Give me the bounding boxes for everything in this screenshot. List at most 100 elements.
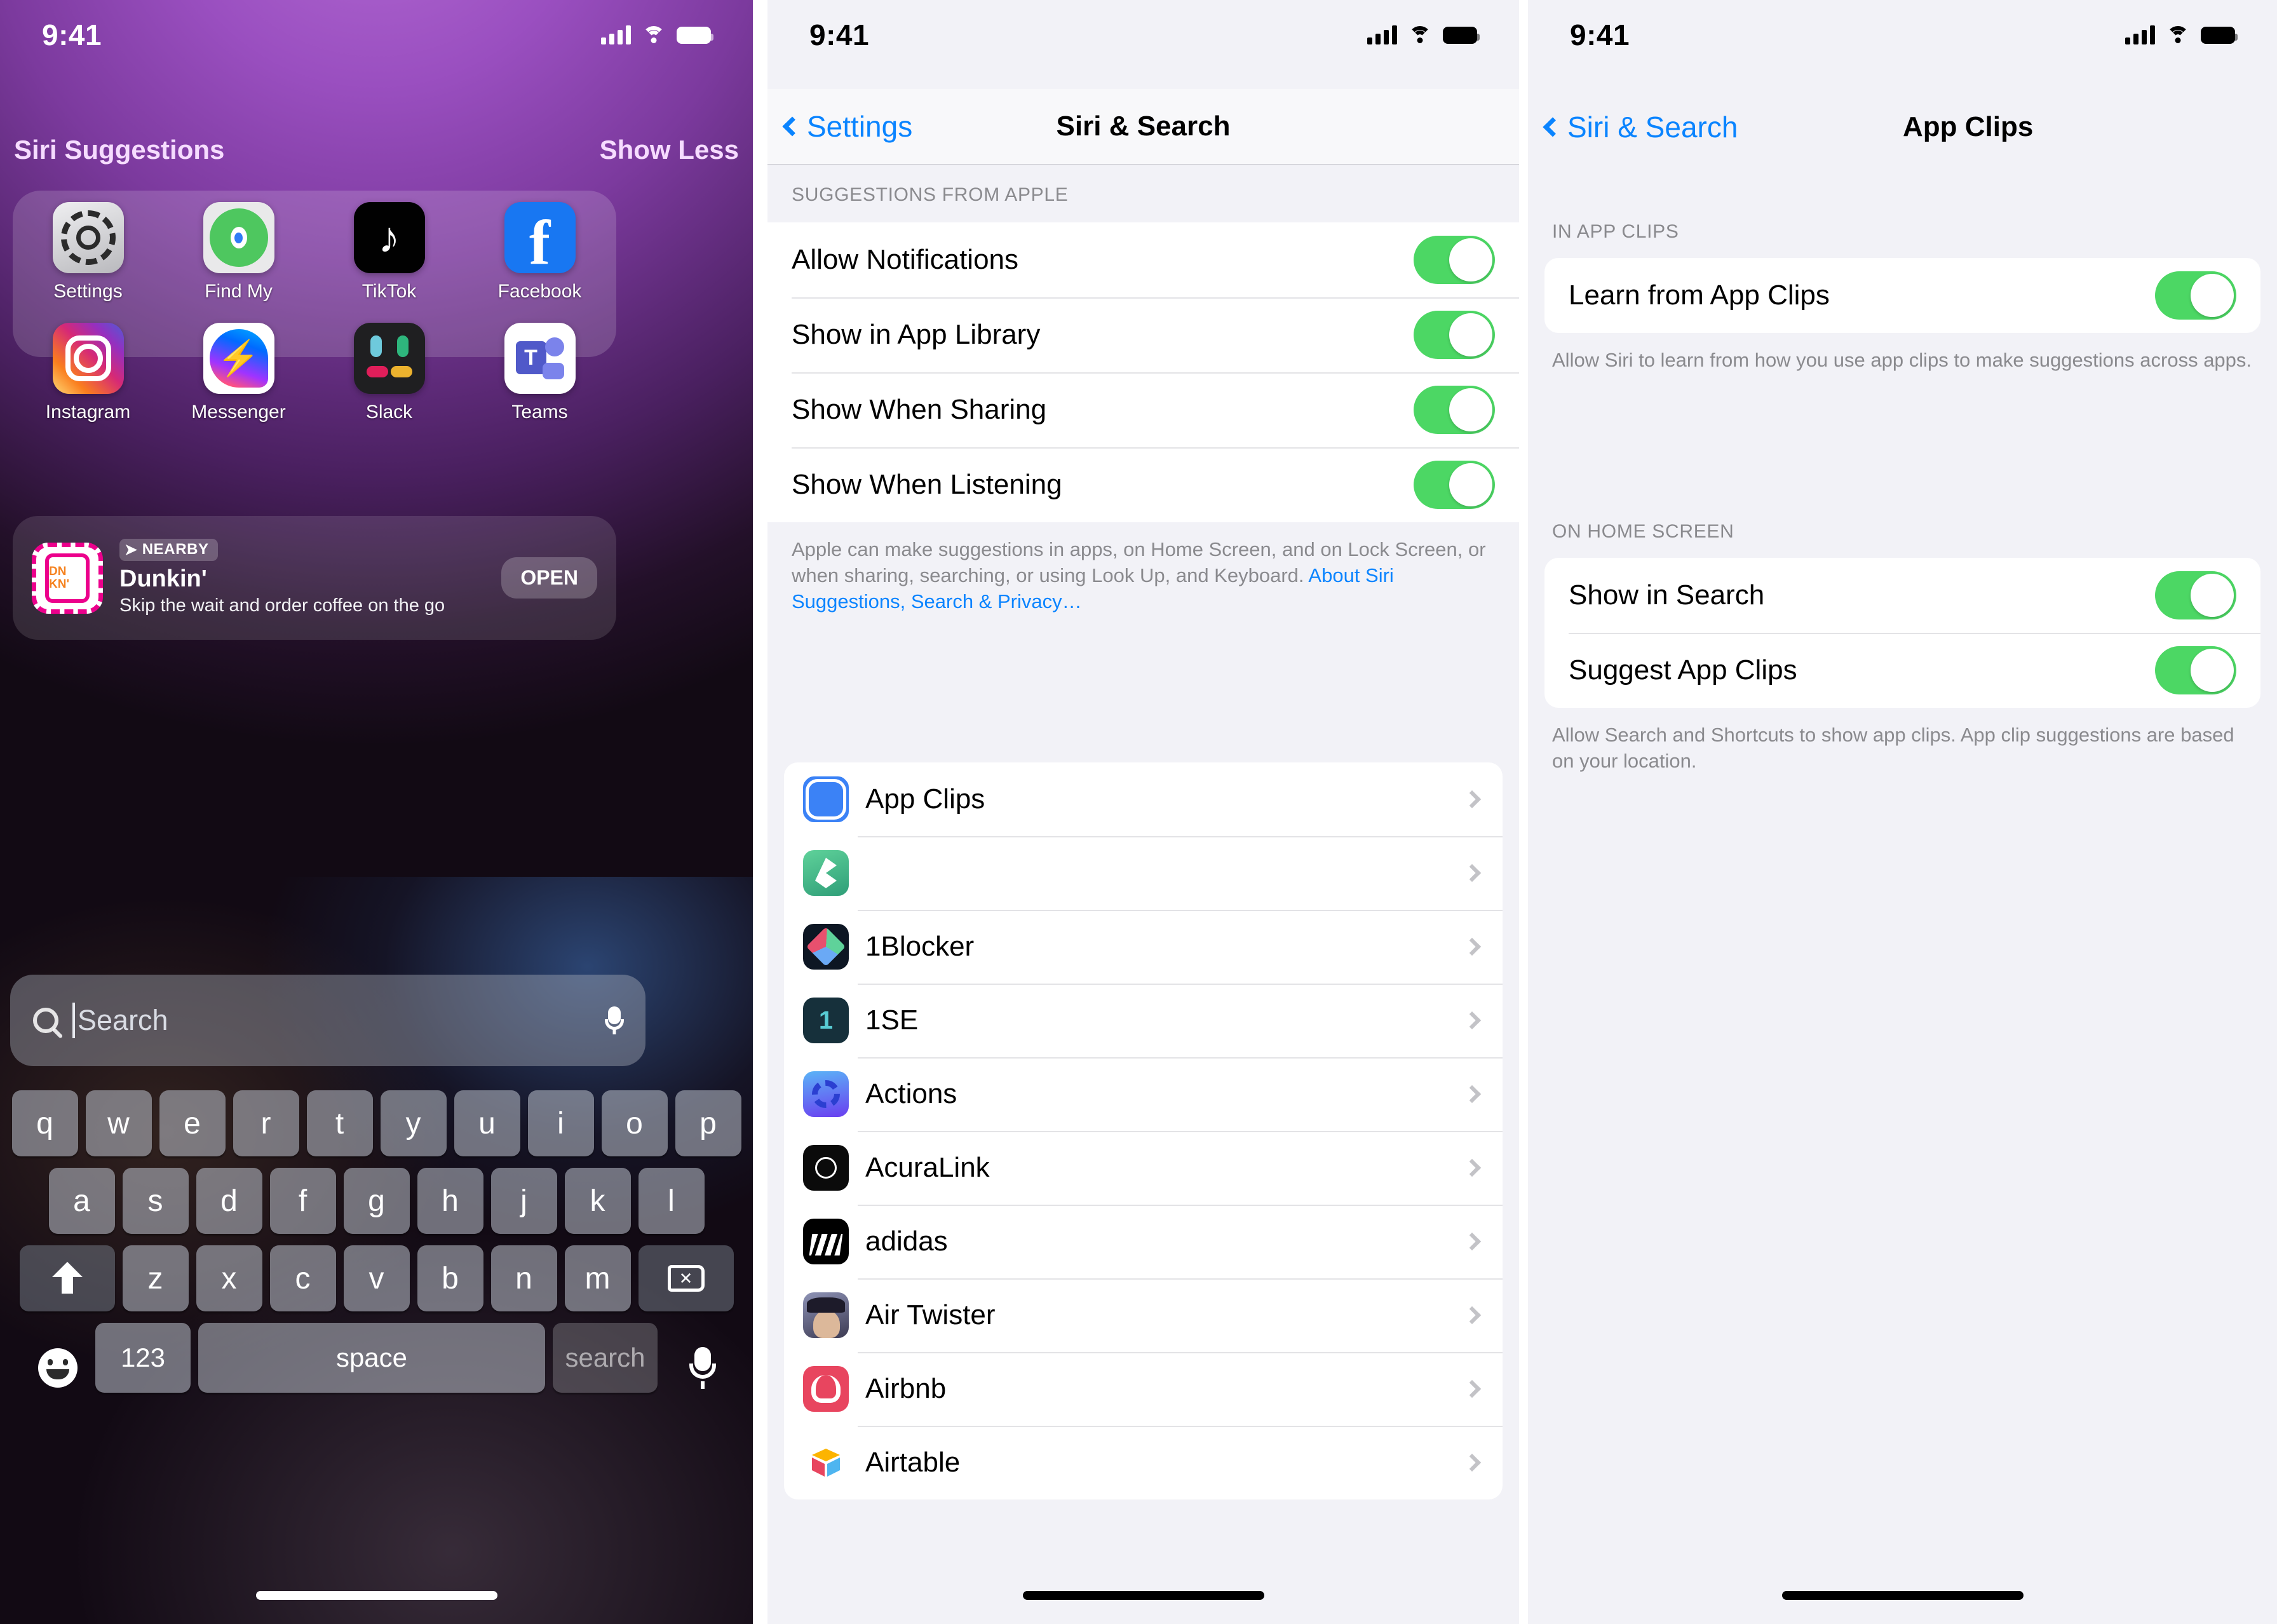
key-a[interactable]: a: [48, 1168, 115, 1234]
keyboard-bottom-bar: [0, 1327, 753, 1409]
cellular-bars-icon: [601, 25, 631, 44]
row-show-in-app-library[interactable]: Show in App Library: [767, 297, 1519, 372]
row-label: Show in Search: [1569, 579, 1765, 611]
chevron-right-icon: [1463, 1379, 1482, 1398]
app-name: 1SE: [865, 1005, 919, 1036]
key-d[interactable]: d: [196, 1168, 262, 1234]
search-input[interactable]: Search: [10, 975, 645, 1066]
green-diamond-app-icon: [803, 850, 849, 896]
app-tile-facebook[interactable]: f Facebook: [464, 202, 615, 302]
app-tile-find-my[interactable]: Find My: [163, 202, 314, 302]
status-bar: 9:41: [0, 0, 753, 70]
home-indicator: [255, 1591, 497, 1600]
messenger-app-icon: ⚡: [203, 323, 274, 394]
app-tile-settings[interactable]: Settings: [13, 202, 163, 302]
app-tile-messenger[interactable]: ⚡ Messenger: [163, 323, 314, 423]
row-show-in-search[interactable]: Show in Search: [1544, 558, 2260, 633]
home-screen-toggles-card: Show in Search Suggest App Clips: [1544, 558, 2260, 708]
nearby-app-clip-card[interactable]: DN KN' ➤ NEARBY Dunkin' Skip the wait an…: [13, 516, 616, 640]
battery-icon: [1443, 26, 1480, 44]
app-list-row-air-twister[interactable]: Air Twister: [784, 1278, 1503, 1352]
key-f[interactable]: f: [269, 1168, 336, 1234]
app-list-row-1blocker[interactable]: 1Blocker: [784, 910, 1503, 984]
allow-notifications-toggle[interactable]: [1414, 236, 1495, 284]
key-n[interactable]: n: [490, 1245, 557, 1311]
status-bar-indicators: [1367, 25, 1480, 44]
key-e[interactable]: e: [159, 1090, 226, 1156]
app-list-row-acuralink[interactable]: AcuraLink: [784, 1131, 1503, 1205]
panel-home-screen-search: 9:41 Siri Suggestions Show Less Settings: [0, 0, 753, 1624]
key-u[interactable]: u: [454, 1090, 520, 1156]
row-show-when-sharing[interactable]: Show When Sharing: [767, 372, 1519, 447]
chevron-left-icon: [782, 116, 802, 137]
adidas-app-icon: [803, 1219, 849, 1264]
key-r[interactable]: r: [233, 1090, 299, 1156]
chevron-right-icon: [1463, 1158, 1482, 1177]
open-button[interactable]: OPEN: [501, 557, 597, 599]
back-button[interactable]: Settings: [767, 109, 912, 144]
key-m[interactable]: m: [564, 1245, 631, 1311]
row-learn-from-app-clips[interactable]: Learn from App Clips: [1544, 258, 2260, 333]
app-list-row-actions[interactable]: Actions: [784, 1057, 1503, 1131]
key-x[interactable]: x: [196, 1245, 262, 1311]
app-list-row-airtable[interactable]: Airtable: [784, 1426, 1503, 1499]
app-tile-tiktok[interactable]: ♪ TikTok: [314, 202, 464, 302]
key-v[interactable]: v: [343, 1245, 410, 1311]
key-l[interactable]: l: [638, 1168, 705, 1234]
show-in-app-library-toggle[interactable]: [1414, 311, 1495, 359]
key-w[interactable]: w: [85, 1090, 152, 1156]
shift-key[interactable]: [19, 1245, 115, 1311]
keyboard-row-2: a s d f g h j k l: [0, 1168, 753, 1234]
status-bar-time: 9:41: [42, 18, 102, 51]
home-indicator: [1781, 1591, 2024, 1600]
chevron-right-icon: [1463, 863, 1482, 883]
panel-app-clips-settings: 9:41 Siri & Search App Clips IN APP CLIP…: [1528, 0, 2277, 1624]
cellular-bars-icon: [1367, 25, 1397, 44]
emoji-key-icon[interactable]: [38, 1348, 78, 1388]
key-z[interactable]: z: [122, 1245, 189, 1311]
delete-key[interactable]: ✕: [638, 1245, 734, 1311]
key-p[interactable]: p: [675, 1090, 741, 1156]
show-when-listening-toggle[interactable]: [1414, 461, 1495, 509]
microphone-icon[interactable]: [605, 1006, 624, 1034]
key-t[interactable]: t: [306, 1090, 373, 1156]
key-o[interactable]: o: [601, 1090, 668, 1156]
show-when-sharing-toggle[interactable]: [1414, 386, 1495, 434]
app-list-row-airbnb[interactable]: Airbnb: [784, 1352, 1503, 1426]
battery-icon: [677, 26, 713, 44]
key-y[interactable]: y: [380, 1090, 447, 1156]
delete-key-icon: ✕: [667, 1265, 705, 1292]
app-list-row-1se[interactable]: 1 1SE: [784, 984, 1503, 1057]
location-arrow-icon: ➤: [125, 541, 138, 558]
app-list-row-adidas[interactable]: adidas: [784, 1205, 1503, 1278]
app-list-row-app-clips[interactable]: App Clips: [784, 762, 1503, 836]
app-label: TikTok: [361, 281, 417, 302]
dictation-microphone-icon[interactable]: [689, 1347, 716, 1389]
key-c[interactable]: c: [269, 1245, 336, 1311]
app-name: AcuraLink: [865, 1152, 990, 1183]
key-i[interactable]: i: [527, 1090, 594, 1156]
key-h[interactable]: h: [417, 1168, 483, 1234]
app-list-row-unnamed[interactable]: [784, 836, 1503, 910]
app-tile-slack[interactable]: Slack: [314, 323, 464, 423]
key-k[interactable]: k: [564, 1168, 631, 1234]
key-b[interactable]: b: [417, 1245, 483, 1311]
suggest-app-clips-toggle[interactable]: [2155, 646, 2236, 694]
row-show-when-listening[interactable]: Show When Listening: [767, 447, 1519, 522]
learn-from-app-clips-card: Learn from App Clips: [1544, 258, 2260, 333]
learn-from-app-clips-toggle[interactable]: [2155, 271, 2236, 320]
row-allow-notifications[interactable]: Allow Notifications: [767, 222, 1519, 297]
app-tile-instagram[interactable]: Instagram: [13, 323, 163, 423]
row-suggest-app-clips[interactable]: Suggest App Clips: [1544, 633, 2260, 708]
show-less-button[interactable]: Show Less: [600, 135, 739, 165]
key-q[interactable]: q: [11, 1090, 78, 1156]
key-g[interactable]: g: [343, 1168, 410, 1234]
key-j[interactable]: j: [490, 1168, 557, 1234]
back-button[interactable]: Siri & Search: [1528, 110, 1738, 144]
key-s[interactable]: s: [122, 1168, 189, 1234]
show-in-search-toggle[interactable]: [2155, 571, 2236, 619]
app-list-card: App Clips 1Blocker 1 1SE Actions AcuraLi…: [784, 762, 1503, 1499]
app-tile-teams[interactable]: T Teams: [464, 323, 615, 423]
search-placeholder: Search: [78, 1004, 168, 1036]
app-label: Find My: [205, 281, 273, 302]
